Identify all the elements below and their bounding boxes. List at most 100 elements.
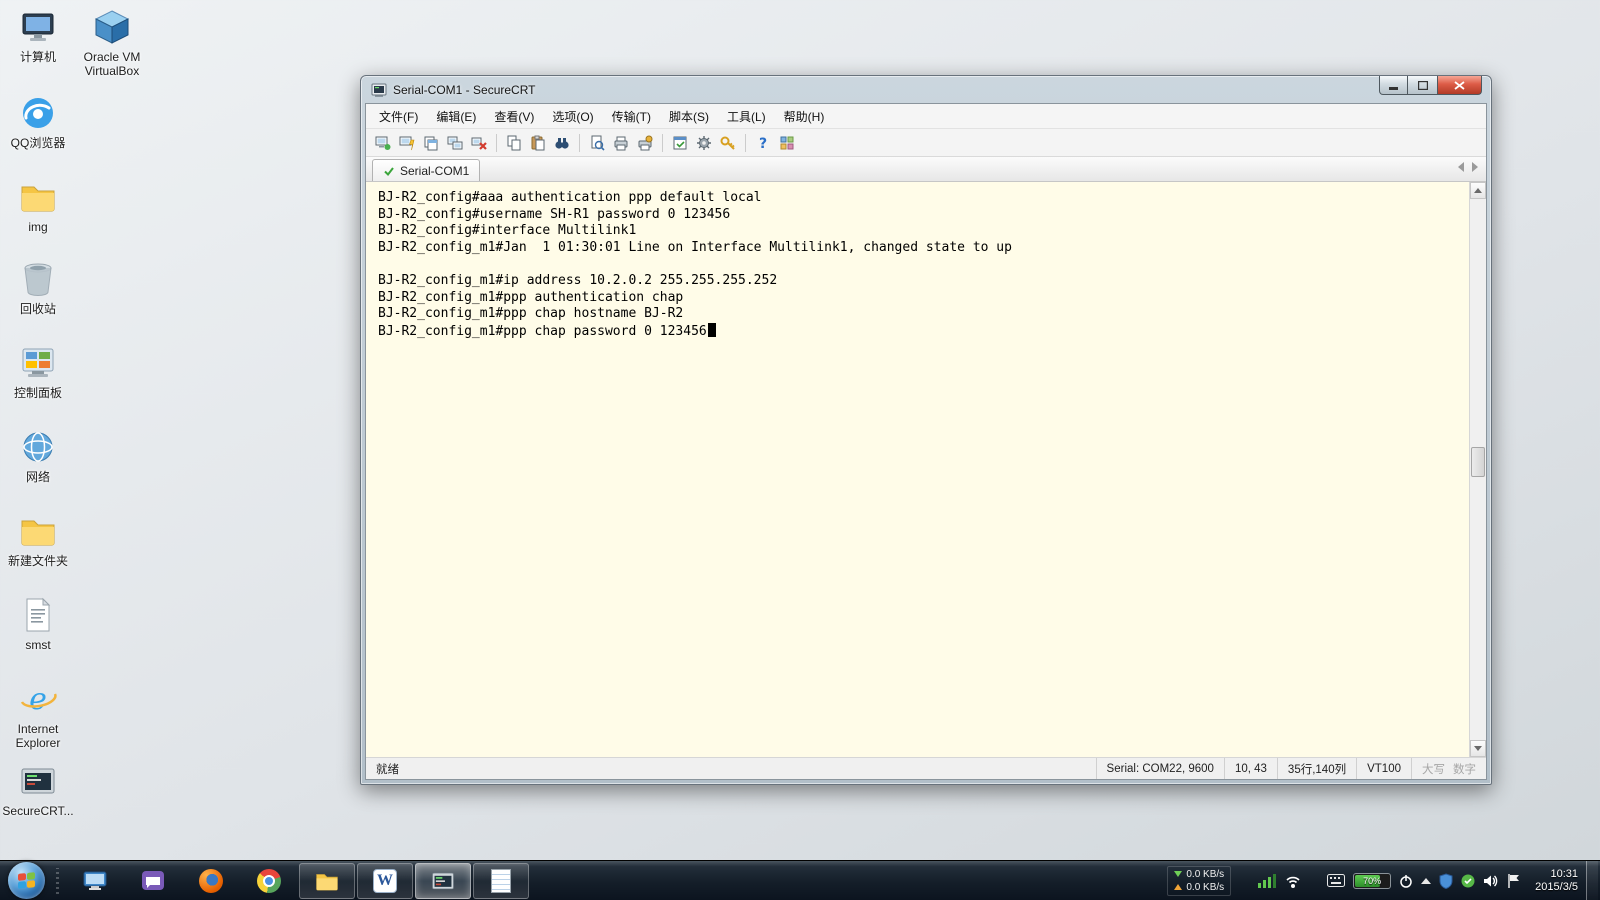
- desktop-icon-smst[interactable]: smst: [2, 594, 74, 652]
- download-arrow-icon: [1174, 871, 1182, 877]
- find-icon[interactable]: [551, 132, 573, 154]
- menu-script[interactable]: 脚本(S): [660, 104, 718, 129]
- terminal-line: [378, 256, 1469, 273]
- scroll-down-icon[interactable]: [1470, 740, 1486, 757]
- desktop-icon-label: SecureCRT...: [2, 804, 74, 818]
- desktop-icon-new-folder[interactable]: 新建文件夹: [2, 510, 74, 568]
- tab-bar: Serial-COM1: [366, 157, 1486, 182]
- terminal-line: BJ-R2_config#username SH-R1 password 0 1…: [378, 207, 1469, 224]
- status-caps-num: 大写 数字: [1411, 758, 1486, 779]
- menu-help[interactable]: 帮助(H): [775, 104, 834, 129]
- clone-session-icon[interactable]: [444, 132, 466, 154]
- menu-bar: 文件(F) 编辑(E) 查看(V) 选项(O) 传输(T) 脚本(S) 工具(L…: [366, 104, 1486, 129]
- chrome-icon: [257, 869, 281, 893]
- desktop-icon-label: img: [2, 220, 74, 234]
- minimize-button[interactable]: [1379, 76, 1408, 95]
- folder-icon: [18, 511, 58, 551]
- status-ready: 就绪: [366, 758, 1096, 779]
- internet-explorer-icon: e: [18, 679, 58, 719]
- antivirus-check-icon[interactable]: [1461, 874, 1475, 888]
- desktop-icon-qq-browser[interactable]: QQ浏览器: [2, 92, 74, 150]
- scrollbar-thumb[interactable]: [1471, 447, 1485, 477]
- network-globe-icon: [18, 427, 58, 467]
- upload-arrow-icon: [1174, 884, 1182, 890]
- menu-transfer[interactable]: 传输(T): [603, 104, 660, 129]
- desktop-icon-computer[interactable]: 计算机: [2, 6, 74, 64]
- start-button[interactable]: [8, 862, 45, 899]
- taskbar-grip: [53, 868, 62, 894]
- recycle-bin-icon: [18, 259, 58, 299]
- menu-options[interactable]: 选项(O): [543, 104, 602, 129]
- taskbar-pinned-app-button[interactable]: [67, 863, 123, 899]
- text-file-icon: [18, 595, 58, 635]
- terminal-line: BJ-R2_config_m1#ppp authentication chap: [378, 290, 1469, 307]
- paste-icon[interactable]: [527, 132, 549, 154]
- desktop-icon-internet-explorer[interactable]: e Internet Explorer: [2, 678, 74, 750]
- menu-edit[interactable]: 编辑(E): [427, 104, 485, 129]
- folder-icon: [18, 177, 58, 217]
- title-bar[interactable]: Serial-COM1 - SecureCRT: [361, 76, 1491, 103]
- desktop-icon-virtualbox[interactable]: Oracle VM VirtualBox: [76, 6, 148, 78]
- taskbar-firefox-button[interactable]: [183, 863, 239, 899]
- battery-indicator[interactable]: 70%: [1353, 873, 1391, 889]
- launch-bar-icon[interactable]: [776, 132, 798, 154]
- input-indicator-icon[interactable]: [1327, 874, 1345, 887]
- tabbed-session-icon[interactable]: [420, 132, 442, 154]
- close-button[interactable]: [1437, 76, 1482, 95]
- taskbar-chrome-button[interactable]: [241, 863, 297, 899]
- taskbar-clock[interactable]: 10:31 2015/3/5: [1535, 868, 1578, 894]
- desktop-icon-securecrt[interactable]: SecureCRT...: [2, 760, 74, 818]
- chevron-up-icon: [1421, 878, 1431, 884]
- desktop-icon-label: 网络: [2, 470, 74, 484]
- session-options-icon[interactable]: [669, 132, 691, 154]
- menu-tools[interactable]: 工具(L): [718, 104, 775, 129]
- desktop-icon-control-panel[interactable]: 控制面板: [2, 342, 74, 400]
- taskbar-explorer-button[interactable]: [299, 863, 355, 899]
- terminal-line: BJ-R2_config#interface Multilink1: [378, 223, 1469, 240]
- disconnect-icon[interactable]: [468, 132, 490, 154]
- quick-connect-icon[interactable]: [396, 132, 418, 154]
- signal-bars-icon[interactable]: [1257, 873, 1277, 889]
- desktop-icon-label: 新建文件夹: [2, 554, 74, 568]
- volume-icon[interactable]: [1483, 874, 1499, 888]
- taskbar-securecrt-button[interactable]: [415, 863, 471, 899]
- status-terminal-size: 35行,140列: [1277, 758, 1356, 779]
- clock-date: 2015/3/5: [1535, 881, 1578, 894]
- tab-scroll-right-icon[interactable]: [1472, 162, 1478, 172]
- show-desktop-button[interactable]: [1586, 861, 1598, 900]
- tab-serial-com1[interactable]: Serial-COM1: [372, 159, 480, 181]
- connect-icon[interactable]: [372, 132, 394, 154]
- maximize-button[interactable]: [1408, 76, 1437, 95]
- global-options-icon[interactable]: [693, 132, 715, 154]
- taskbar-notepad-button[interactable]: [473, 863, 529, 899]
- word-icon: W: [373, 869, 397, 893]
- status-cursor-position: 10, 43: [1224, 758, 1277, 779]
- desktop-icon-network[interactable]: 网络: [2, 426, 74, 484]
- desktop-icon-recycle-bin[interactable]: 回收站: [2, 258, 74, 316]
- system-tray: 0.0 KB/s 0.0 KB/s 70% 10:31 2015/3/5: [1167, 861, 1600, 900]
- scroll-up-icon[interactable]: [1470, 182, 1486, 199]
- network-speed-widget[interactable]: 0.0 KB/s 0.0 KB/s: [1167, 866, 1231, 896]
- print-preview-icon[interactable]: [586, 132, 608, 154]
- menu-view[interactable]: 查看(V): [485, 104, 543, 129]
- menu-file[interactable]: 文件(F): [370, 104, 427, 129]
- tab-scroll-left-icon[interactable]: [1458, 162, 1464, 172]
- power-icon[interactable]: [1399, 874, 1413, 888]
- help-icon[interactable]: ?: [752, 132, 774, 154]
- security-shield-icon[interactable]: [1439, 873, 1453, 889]
- securecrt-shortcut-icon: [18, 761, 58, 801]
- action-center-flag-icon[interactable]: [1507, 873, 1521, 889]
- taskbar-messenger-button[interactable]: [125, 863, 181, 899]
- show-hidden-icons-button[interactable]: [1421, 878, 1431, 884]
- keymap-icon[interactable]: [717, 132, 739, 154]
- battery-percent: 70%: [1363, 876, 1381, 886]
- print-icon[interactable]: [610, 132, 632, 154]
- desktop-icon-img-folder[interactable]: img: [2, 176, 74, 234]
- wireless-icon[interactable]: [1285, 873, 1301, 889]
- status-caps: 大写: [1422, 761, 1445, 777]
- page-setup-icon[interactable]: [634, 132, 656, 154]
- terminal-area[interactable]: BJ-R2_config#aaa authentication ppp defa…: [366, 182, 1469, 757]
- vertical-scrollbar[interactable]: [1469, 182, 1486, 757]
- taskbar-word-button[interactable]: W: [357, 863, 413, 899]
- copy-icon[interactable]: [503, 132, 525, 154]
